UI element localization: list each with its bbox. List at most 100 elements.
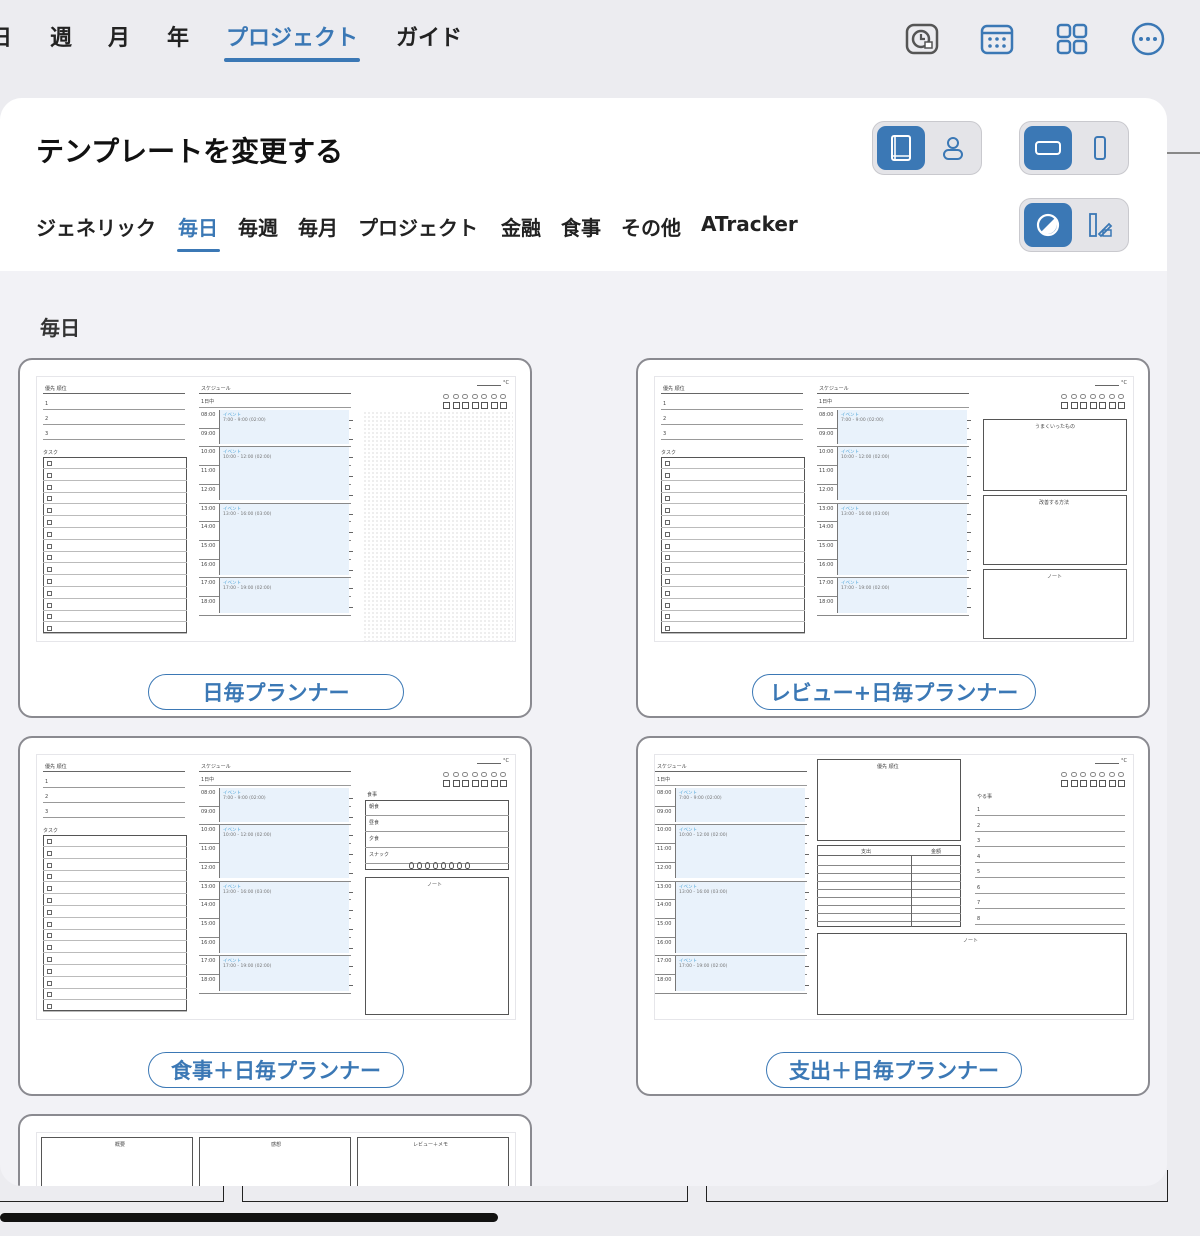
calendar-icon[interactable]	[978, 20, 1016, 58]
thumb-text: 5	[977, 869, 981, 875]
thumb-box	[365, 800, 509, 870]
nav-project[interactable]: プロジェクト	[226, 20, 358, 52]
thumb-text: 優先 順位	[45, 386, 67, 392]
thumb-line	[349, 569, 353, 571]
water-drop-icon	[449, 862, 454, 869]
thumb-line	[43, 479, 187, 481]
timer-icon[interactable]	[903, 20, 941, 58]
thumb-box	[665, 496, 670, 502]
thumb-line	[975, 908, 1125, 909]
thumb-text: 概要	[115, 1142, 126, 1148]
nav-week[interactable]: 週	[50, 20, 72, 52]
thumb-text: °C	[503, 380, 509, 386]
template-card-expense-daily[interactable]: スケジュール 1日中 08:00 09:00 10:00 11:00 12:00 13:00 1…	[636, 736, 1150, 1096]
thumb-box	[665, 590, 670, 596]
thumb-box	[47, 945, 52, 951]
nav-year[interactable]: 年	[167, 20, 189, 52]
view-type-toggle	[872, 121, 982, 175]
thumb-text: 12:00	[201, 486, 216, 493]
template-name-button[interactable]: 支出＋日毎プランナー	[766, 1052, 1022, 1088]
grid-icon[interactable]	[1053, 20, 1091, 58]
template-name-button[interactable]: 食事＋日毎プランナー	[148, 1052, 404, 1088]
thumb-text: 12:00	[819, 486, 834, 493]
thumb-line	[967, 420, 971, 421]
nav-month[interactable]: 月	[108, 20, 130, 52]
thumb-text: 11:00	[201, 468, 216, 475]
thumb-line	[199, 785, 351, 786]
thumb-text: 10:00	[201, 827, 216, 834]
thumb-box	[1108, 402, 1116, 409]
thumb-line	[43, 633, 187, 635]
dark-mode-button[interactable]	[1024, 203, 1072, 247]
weather-icon	[1089, 772, 1096, 777]
template-name-button[interactable]: レビュー+日毎プランナー	[752, 674, 1036, 710]
tab-generic[interactable]: ジェネリック	[36, 212, 156, 241]
template-card-review-daily[interactable]: 優先 順位 1 2 3 タスク スケジュール 1日中 08:00 09:00 10:00 11:00…	[636, 358, 1150, 718]
template-card-daily[interactable]: 優先 順位 1 2 3 タスク スケジュール 1日中 08:00 09:00 10:00 11:00…	[18, 358, 532, 718]
landscape-button[interactable]	[1024, 126, 1072, 170]
tab-other[interactable]: その他	[621, 212, 681, 241]
thumb-text: 18:00	[201, 599, 216, 605]
tab-weekly[interactable]: 毎週	[238, 212, 278, 241]
tab-project[interactable]: プロジェクト	[358, 212, 478, 241]
thumb-box	[47, 614, 52, 620]
more-icon[interactable]	[1129, 20, 1167, 58]
thumb-event: イベント 10:00 - 12:00 (02:00)	[837, 447, 967, 501]
thumb-line	[967, 588, 971, 590]
book-view-button[interactable]	[877, 126, 925, 170]
template-card-meal-daily[interactable]: 優先 順位 1 2 3 タスク スケジュール 1日中 08:00 09:00 10:00 11:00…	[18, 736, 532, 1096]
thumb-line	[43, 439, 185, 440]
thumb-box	[47, 461, 52, 466]
tab-atracker[interactable]: ATracker	[701, 212, 798, 236]
thumb-box	[47, 933, 52, 939]
thumb-event-range: 17:00 - 19:00 (02:00)	[679, 964, 728, 970]
thumb-line	[817, 897, 961, 898]
thumb-box	[47, 496, 52, 502]
thumb-line	[43, 424, 185, 425]
tab-finance[interactable]: 金融	[501, 212, 541, 241]
portrait-button[interactable]	[1076, 126, 1124, 170]
thumb-line	[43, 999, 187, 1001]
weather-icon	[1061, 394, 1067, 399]
thumb-line	[1095, 763, 1119, 764]
thumb-line	[349, 494, 353, 496]
weather-icon	[452, 772, 459, 777]
thumb-line	[661, 633, 805, 635]
weather-icon	[1099, 772, 1105, 777]
thumb-line	[661, 621, 805, 623]
template-thumbnail: 優先 順位 1 2 3 タスク スケジュール 1日中 08:00 09:00 10:00 11:00…	[36, 376, 516, 642]
thumb-line	[805, 835, 809, 837]
template-name-button[interactable]: 日毎プランナー	[148, 674, 404, 710]
thumb-line	[661, 574, 805, 576]
thumb-line	[975, 815, 1125, 816]
nav-guide[interactable]: ガイド	[396, 20, 462, 52]
thumb-line	[365, 831, 509, 832]
thumb-line	[805, 854, 809, 856]
water-drop-icon	[417, 862, 422, 869]
tab-meal[interactable]: 食事	[561, 212, 601, 241]
water-drop-icon	[409, 862, 414, 869]
thumb-box	[665, 579, 670, 584]
thumb-text: 3	[977, 838, 981, 844]
thumb-text: 夕食	[369, 836, 380, 842]
tab-daily[interactable]: 毎日	[178, 212, 218, 241]
design-button[interactable]	[1076, 203, 1124, 247]
thumb-line	[43, 550, 187, 552]
tab-monthly[interactable]: 毎月	[298, 212, 338, 241]
thumb-line	[805, 910, 809, 912]
thumb-line	[967, 569, 971, 571]
thumb-event: イベント 7:00 - 9:00 (02:00)	[219, 410, 349, 445]
thumb-box	[47, 508, 52, 514]
weather-icon	[490, 394, 497, 399]
thumb-box	[47, 555, 52, 561]
thumb-line	[349, 798, 353, 799]
template-card-review-summary[interactable]: 概要 感想 レビュー＋メモ	[18, 1114, 532, 1186]
thumb-text: 2	[977, 822, 981, 829]
background-page-edge	[1166, 152, 1200, 154]
thumb-text: 3	[45, 431, 49, 437]
thumb-text: 13:00	[657, 883, 672, 890]
thumb-line	[43, 609, 187, 611]
thumb-text: 17:00	[819, 580, 834, 587]
person-view-button[interactable]	[929, 126, 977, 170]
nav-day[interactable]: 日	[0, 20, 12, 52]
